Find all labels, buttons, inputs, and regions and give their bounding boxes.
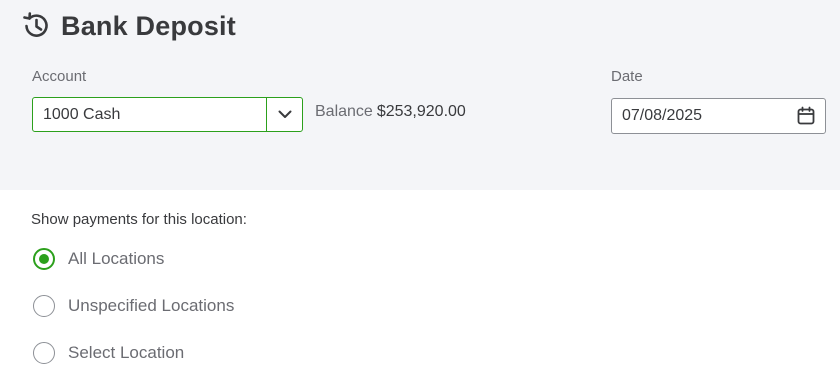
- account-label: Account: [32, 68, 87, 85]
- radio-label: Select Location: [68, 343, 185, 362]
- radio-button-checked[interactable]: [33, 248, 55, 270]
- account-dropdown[interactable]: 1000 Cash: [32, 97, 303, 132]
- account-value: 1000 Cash: [43, 105, 121, 123]
- title-row: Bank Deposit: [20, 10, 236, 42]
- radio-label: Unspecified Locations: [68, 296, 235, 315]
- account-balance: Balance $253,920.00: [315, 103, 466, 121]
- chevron-down-icon[interactable]: [267, 98, 302, 131]
- page-title: Bank Deposit: [61, 10, 236, 41]
- date-label: Date: [611, 68, 643, 85]
- balance-label: Balance: [315, 103, 373, 120]
- calendar-icon[interactable]: [791, 101, 821, 131]
- radio-unspecified-locations[interactable]: Unspecified Locations: [33, 295, 234, 317]
- radio-button[interactable]: [33, 295, 55, 317]
- radio-select-location[interactable]: Select Location: [33, 342, 184, 364]
- history-icon[interactable]: [20, 10, 52, 42]
- radio-all-locations[interactable]: All Locations: [33, 248, 164, 270]
- location-filter-heading: Show payments for this location:: [31, 211, 247, 228]
- date-value[interactable]: 07/08/2025: [612, 107, 791, 125]
- radio-label: All Locations: [68, 249, 165, 268]
- date-field[interactable]: 07/08/2025: [611, 98, 826, 134]
- radio-button[interactable]: [33, 342, 55, 364]
- balance-amount: $253,920.00: [376, 103, 466, 120]
